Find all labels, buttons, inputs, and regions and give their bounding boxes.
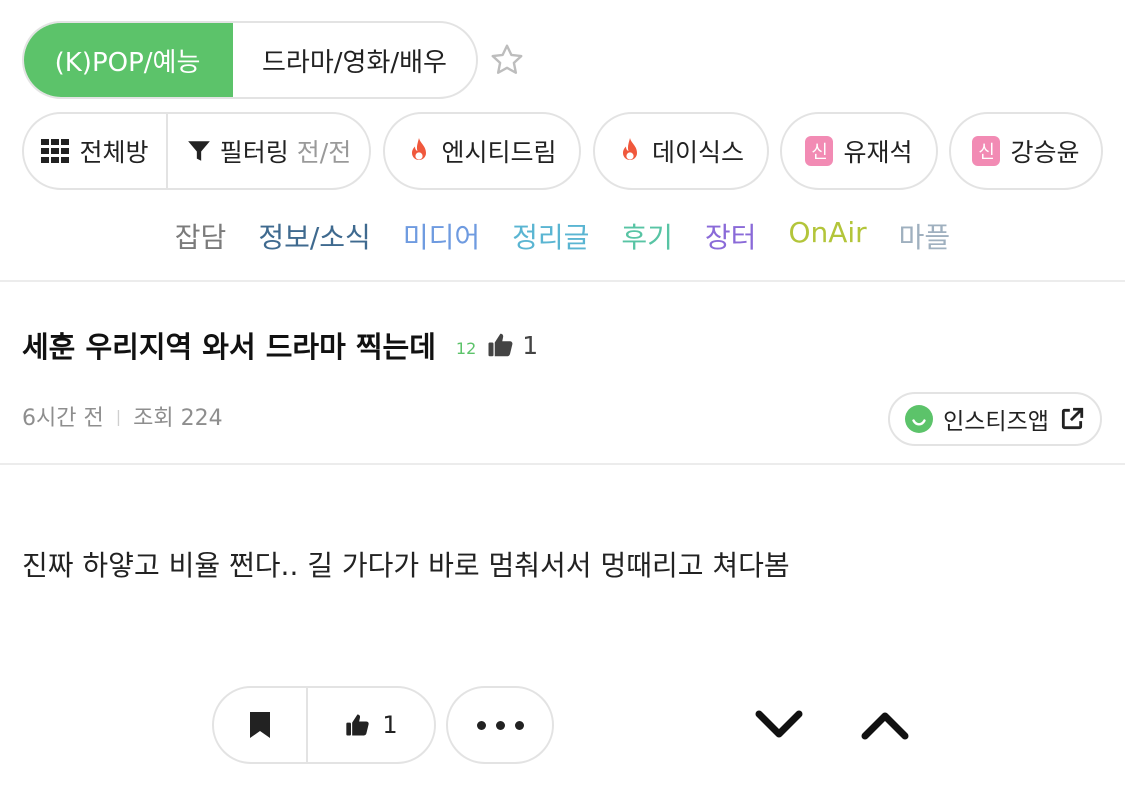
grid-icon	[41, 139, 70, 163]
all-rooms-label: 전체방	[79, 138, 149, 167]
thumbs-up-icon	[488, 333, 513, 357]
category-summary[interactable]: 정리글	[512, 216, 589, 260]
new-badge: 신	[805, 136, 834, 166]
open-app-label: 인스티즈앱	[943, 409, 1049, 435]
meta-separator: |	[115, 406, 122, 426]
top-category-tabs: (K)POP/예능 드라마/영화/배우	[22, 21, 478, 99]
bookmark-button[interactable]	[214, 688, 308, 762]
board-label: 강승윤	[1010, 138, 1080, 167]
filtering-state: 전/전	[296, 138, 352, 167]
fire-icon	[622, 138, 637, 160]
external-link-icon	[1061, 407, 1084, 430]
category-info-news[interactable]: 정보/소식	[258, 216, 370, 260]
board-label: 유재석	[843, 138, 913, 167]
post-likes: 1	[486, 330, 538, 360]
board-pill-nct-dream[interactable]: 엔시티드림	[383, 112, 581, 190]
tab-kpop-variety[interactable]: (K)POP/예능	[24, 23, 233, 97]
category-media[interactable]: 미디어	[403, 216, 480, 260]
fire-icon	[412, 138, 427, 160]
post-actions: 1	[212, 686, 436, 764]
divider	[0, 280, 1125, 282]
chevron-down-icon[interactable]	[754, 700, 804, 750]
app-logo-icon	[905, 405, 934, 433]
chevron-up-icon[interactable]	[860, 700, 910, 750]
more-dot	[476, 720, 486, 730]
favorite-star-icon[interactable]	[489, 42, 525, 78]
category-chat[interactable]: 잡담	[175, 216, 227, 260]
board-pill-yoo-jae-suk[interactable]: 신 유재석	[780, 112, 938, 190]
open-app-button[interactable]: 인스티즈앱	[888, 392, 1102, 446]
board-pill-day6[interactable]: 데이식스	[593, 112, 769, 190]
filtering-label: 필터링	[219, 138, 289, 167]
board-label: 엔시티드림	[441, 138, 557, 167]
all-rooms-button[interactable]: 전체방	[24, 114, 168, 188]
post-time: 6시간 전	[22, 406, 104, 431]
bookmark-icon	[250, 712, 270, 738]
comment-count[interactable]: 12	[456, 339, 476, 358]
category-market[interactable]: 장터	[705, 216, 757, 260]
divider	[0, 463, 1125, 465]
post-title-row: 세훈 우리지역 와서 드라마 찍는데 12 1	[22, 324, 538, 366]
like-button-count: 1	[382, 711, 398, 739]
board-pill-kang-seung-yoon[interactable]: 신 강승윤	[949, 112, 1103, 190]
like-button[interactable]: 1	[308, 688, 434, 762]
category-review[interactable]: 후기	[621, 216, 673, 260]
post-title: 세훈 우리지역 와서 드라마 찍는데	[22, 330, 436, 364]
more-options-button[interactable]	[446, 686, 554, 764]
category-nav: 잡담 정보/소식 미디어 정리글 후기 장터 OnAir 마플	[0, 216, 1125, 260]
board-filter-pill: 전체방 필터링 전/전	[22, 112, 371, 190]
post-body: 진짜 하얗고 비율 쩐다.. 길 가다가 바로 멈춰서서 멍때리고 쳐다봄	[22, 549, 790, 582]
board-label: 데이식스	[651, 138, 744, 167]
category-maple[interactable]: 마플	[899, 216, 951, 260]
tab-drama-movie-actor[interactable]: 드라마/영화/배우	[233, 23, 476, 97]
post-meta: 6시간 전 | 조회 224	[22, 400, 223, 432]
like-count: 1	[522, 330, 539, 360]
post-views: 조회 224	[133, 406, 223, 431]
category-onair[interactable]: OnAir	[788, 216, 866, 260]
new-badge: 신	[972, 136, 1001, 166]
thumbs-up-icon	[346, 714, 370, 736]
filtering-button[interactable]: 필터링 전/전	[168, 114, 369, 188]
filter-icon	[187, 141, 210, 161]
more-dot	[495, 720, 505, 730]
more-dot	[514, 720, 524, 730]
